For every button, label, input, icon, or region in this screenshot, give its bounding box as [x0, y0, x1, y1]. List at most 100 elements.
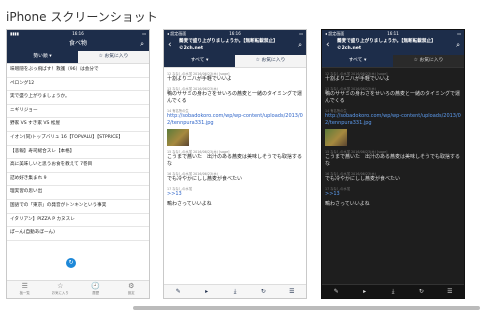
status-time: 16:16 — [72, 31, 84, 36]
status-bar: ◂ 設定画面 16:16 ▭ — [164, 30, 306, 37]
nav-bar: ‹ 蕎麦で盛り上がりましょうか。【無断転載禁止】©2ch.net ⌕ — [322, 37, 464, 55]
tab-settings[interactable]: ⚙ 設定 — [114, 281, 150, 298]
thread-toolbar: ✎ ▸ ⤓ ↻ ☰ — [164, 284, 306, 298]
tab-boards[interactable]: ☰ 板一覧 — [7, 281, 43, 298]
play-icon[interactable]: ▸ — [350, 288, 378, 295]
download-icon[interactable]: ⤓ — [379, 288, 407, 296]
compose-icon[interactable]: ✎ — [322, 288, 350, 295]
tab-history[interactable]: 🕘 履歴 — [78, 281, 114, 298]
back-icon[interactable]: ‹ — [326, 40, 330, 50]
thread-title: 高に美味しいと思うお食を教えて 7巻目 — [10, 162, 93, 168]
list-item[interactable]: 国語での「東京」の発音がトンキンという事実 — [7, 200, 149, 214]
post-body: 鴨のササミの身わさをせいろの蕎麦と一緒のタイミングで運んでくる — [167, 91, 303, 104]
refresh-icon[interactable]: ↻ — [249, 288, 277, 295]
list-item[interactable]: イタリアン】PIZZA P カヌスレ — [7, 214, 149, 228]
filter-all-tab[interactable]: すべて ▾ — [164, 55, 235, 67]
search-icon[interactable]: ⌕ — [298, 41, 302, 50]
post-link[interactable]: http://sobadokoro.com/wp/wp-content/uplo… — [167, 113, 303, 127]
sort-momentum-tab[interactable]: 勢い順 ▾ — [7, 51, 78, 63]
tab-favorites[interactable]: ☆ お気に入り — [43, 281, 79, 298]
thread-title: 蕎麦で盛り上がりましょうか。【無断転載禁止】©2ch.net — [179, 39, 278, 51]
search-icon[interactable]: ⌕ — [140, 37, 144, 51]
post-item: 12 ななしの水蛍 2016/06/23(木) [sage] 十割よりニ八が手軽で… — [325, 71, 461, 83]
thread-list: 味噌隠をぶっ飛ばす！救護（96）は会分で ペロング12 実で盛り上がりましょうか。ニ… — [7, 64, 149, 281]
post-item: 12 ななしの水蛍 2016/06/23(木) [sage] 十割よりニ八が手軽で… — [167, 71, 303, 83]
image-thumbnail[interactable] — [167, 129, 189, 146]
post-list: 12 ななしの水蛍 2016/06/23(木) [sage] 十割よりニ八が手軽で… — [164, 68, 306, 285]
post-item: 14 有名所の生 http://sobadokoro.com/wp/wp-cont… — [167, 108, 303, 146]
refresh-icon[interactable]: ↻ — [407, 288, 435, 295]
list-item[interactable]: ペロング12 — [7, 78, 149, 92]
thread-title: 【悲報】寿司総合スレ【本格】 — [10, 148, 75, 154]
favorites-tab[interactable]: ☆ お気に入り — [393, 55, 464, 67]
tab-label: 設定 — [127, 291, 135, 295]
segment-control: すべて ▾ ☆ お気に入り — [164, 55, 306, 68]
favorites-tab[interactable]: ☆ お気に入り — [235, 55, 306, 67]
post-item: 鴫わさっていいよね — [167, 201, 303, 208]
post-item: 16 ななしの水蛍 2016/06/23(木) でも冷やかにしし蕎麦が食べたい — [167, 171, 303, 183]
status-carrier: ◂ 設定画面 — [167, 31, 187, 36]
thread-title: ニギリジョー — [10, 107, 38, 113]
post-body: 鴨のササミの身わさをせいろの蕎麦と一緒のタイミングで運んでくる — [325, 91, 461, 104]
post-body: でも冷やかにしし蕎麦が食べたい — [325, 176, 401, 182]
thread-title: イタリアン】PIZZA P カヌスレ — [10, 216, 75, 222]
list-item[interactable]: 野家 VS すき家 VS 松屋 — [7, 118, 149, 132]
post-body: 鴫わさっていいよね — [167, 201, 212, 207]
list-item[interactable]: 理実習の思い出 — [7, 186, 149, 200]
page-heading: iPhone スクリーンショット — [6, 10, 158, 24]
back-icon[interactable]: ‹ — [168, 40, 172, 50]
status-time: 16:11 — [387, 31, 399, 36]
post-item: 15 ななしの水蛍 2016/06/23(木) [sage] こうまで蕎いた 出汁… — [167, 149, 303, 168]
tab-label: 履歴 — [92, 291, 100, 295]
post-list: 12 ななしの水蛍 2016/06/23(木) [sage] 十割よりニ八が手軽で… — [322, 68, 464, 285]
post-body: 鴫わさっていいよね — [325, 201, 370, 207]
list-item[interactable]: ぽーん(自動あぼーん) — [7, 227, 149, 241]
download-icon[interactable]: ⤓ — [221, 288, 249, 296]
page-title: 食べ物 — [68, 40, 87, 47]
play-icon[interactable]: ▸ — [192, 288, 220, 295]
thread-title: 詰め好き集まれ 9 — [10, 175, 47, 181]
battery-icon: ▭ — [457, 31, 461, 36]
image-thumbnail[interactable] — [325, 129, 347, 146]
list-item[interactable]: ニギリジョー — [7, 105, 149, 119]
tab-label: お気に入り — [51, 291, 69, 295]
list-item[interactable]: イオン(同)トップバリュ 16【TOPVALU】【STPRICE】 — [7, 132, 149, 146]
post-item: 16 ななしの水蛍 2016/06/23(木) でも冷やかにしし蕎麦が食べたい — [325, 171, 461, 183]
post-item: 鴫わさっていいよね — [325, 201, 461, 208]
post-item: 17 ななしの水蛍 >>13 — [167, 186, 303, 198]
list-item[interactable]: 【悲報】寿司総合スレ【本格】 — [7, 146, 149, 160]
post-link[interactable]: http://sobadokoro.com/wp/wp-content/uplo… — [325, 113, 461, 127]
nav-bar: ‹ 蕎麦で盛り上がりましょうか。【無断転載禁止】©2ch.net ⌕ — [164, 37, 306, 55]
list-item[interactable]: 詰め好き集まれ 9 — [7, 173, 149, 187]
post-link[interactable]: >>13 — [325, 191, 461, 198]
menu-icon[interactable]: ☰ — [436, 288, 464, 295]
post-item: 17 ななしの水蛍 >>13 — [325, 186, 461, 198]
tab-icon: 🕘 — [91, 282, 101, 290]
search-icon[interactable]: ⌕ — [456, 41, 460, 50]
list-item[interactable]: 高に美味しいと思うお食を教えて 7巻目 — [7, 159, 149, 173]
horizontal-scrollbar[interactable] — [133, 306, 480, 310]
thread-title: イオン(同)トップバリュ 16【TOPVALU】【STPRICE】 — [10, 134, 123, 140]
segment-control: 勢い順 ▾ ☆ お気に入り — [7, 51, 149, 64]
segment-control: すべて ▾ ☆ お気に入り — [322, 55, 464, 68]
post-body: 十割よりニ八が手軽でいいよ — [167, 76, 232, 82]
status-carrier: ◂ 設定画面 — [325, 31, 345, 36]
list-item[interactable]: 味噌隠をぶっ飛ばす！救護（96）は会分で — [7, 64, 149, 78]
list-item[interactable]: 実で盛り上がりましょうか。 — [7, 91, 149, 105]
post-link[interactable]: >>13 — [167, 191, 303, 198]
compose-icon[interactable]: ✎ — [164, 288, 192, 295]
post-body: こうまで蕎いた 出汁のある蕎麦は美味しそうでも取捨するな — [167, 154, 303, 167]
status-bar: ◂ 設定画面 16:11 ▭ — [322, 30, 464, 37]
tab-icon: ☆ — [57, 282, 64, 290]
phone-thread-light: ◂ 設定画面 16:16 ▭ ‹ 蕎麦で盛り上がりましょうか。【無断転載禁止】©… — [163, 29, 307, 299]
signal-icon: ▮▮▮▮ — [10, 31, 19, 36]
filter-all-tab[interactable]: すべて ▾ — [322, 55, 393, 67]
status-time: 16:16 — [229, 31, 241, 36]
refresh-icon[interactable]: ↻ — [66, 258, 76, 268]
favorites-tab[interactable]: ☆ お気に入り — [78, 51, 149, 63]
menu-icon[interactable]: ☰ — [278, 288, 306, 295]
tab-icon: ⚙ — [128, 282, 135, 290]
thread-title: 実で盛り上がりましょうか。 — [10, 94, 70, 100]
battery-icon: ▭ — [142, 31, 146, 36]
post-item: 13 ななしの水蛍 2016/06/23(木) 鴨のササミの身わさをせいろの蕎麦と… — [167, 86, 303, 105]
